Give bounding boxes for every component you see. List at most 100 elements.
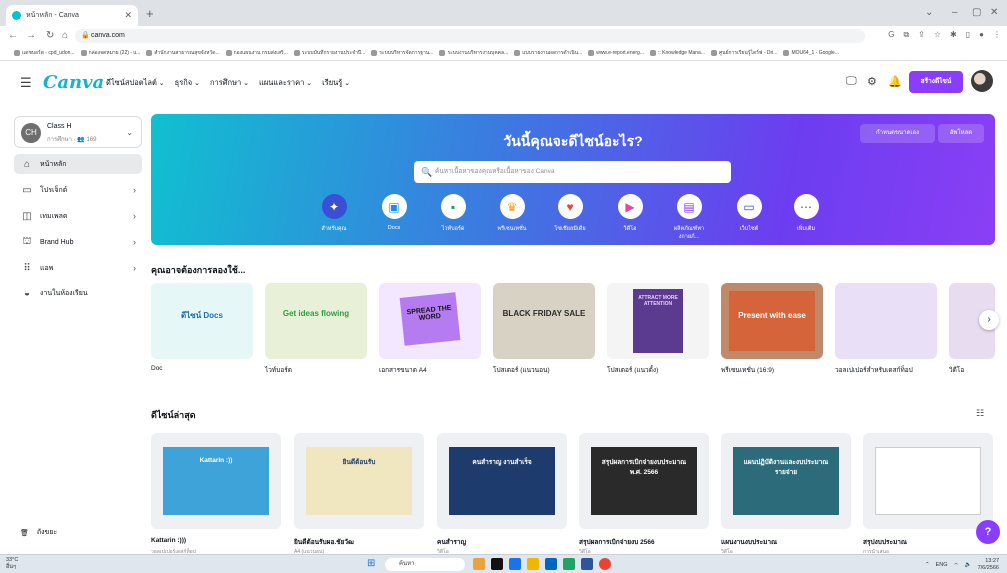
bookmark-item[interactable]: :: Knowledge Mana... xyxy=(650,50,705,56)
widgets-icon[interactable] xyxy=(473,558,485,570)
taskview-icon[interactable] xyxy=(491,558,503,570)
back-icon[interactable]: ← xyxy=(8,30,18,41)
recent-caption[interactable]: คนสำราญ xyxy=(437,537,466,547)
nav-plans[interactable]: แผนและราคา xyxy=(259,77,312,89)
sidebar-item-classwork[interactable]: ◒ งานในห้องเรียน xyxy=(14,283,142,303)
gear-icon[interactable]: ⚙ xyxy=(867,75,877,88)
new-tab-icon[interactable]: + xyxy=(146,6,154,21)
language-indicator[interactable]: ENG xyxy=(936,562,948,568)
word-icon[interactable] xyxy=(581,558,593,570)
bookmark-item[interactable]: กองแผนงาน กรมส่งเสริ... xyxy=(225,49,288,57)
template-card[interactable]: ATTRACT MORE ATTENTION xyxy=(607,283,709,359)
recent-caption[interactable]: Kattarin :))) xyxy=(151,537,186,544)
bookmark-item[interactable]: แบบรายงานผลการดำเนิน... xyxy=(514,49,582,57)
reload-icon[interactable]: ↻ xyxy=(46,30,54,41)
volume-icon[interactable]: 🔈 xyxy=(965,562,972,568)
recent-design-card[interactable]: สรุปผลการเบิกจ่ายงบประมาณ พ.ศ. 2566 xyxy=(579,433,709,529)
recent-design-card[interactable]: แผนปฏิบัติงานและงบประมาณรายจ่าย xyxy=(721,433,851,529)
close-tab-icon[interactable]: ✕ xyxy=(124,10,132,21)
template-card[interactable]: Present with ease xyxy=(721,283,823,359)
template-card[interactable]: ดีไซน์ Docs xyxy=(151,283,253,359)
recent-design-card[interactable]: ยินดีต้อนรับ xyxy=(294,433,424,529)
nav-design-spotlight[interactable]: ดีไซน์สปอตไลต์ xyxy=(106,77,165,89)
quick-website[interactable]: ▭ เว็บไซต์ xyxy=(724,194,774,233)
explorer-icon[interactable] xyxy=(527,558,539,570)
share-icon[interactable]: ⇪ xyxy=(918,30,925,40)
bookmark-item[interactable]: กล่องจดหมาย (22) - u... xyxy=(80,49,140,57)
bell-icon[interactable]: 🔔 xyxy=(888,75,902,88)
recent-caption[interactable]: สรุปงบประมาณ xyxy=(863,537,907,547)
quick-presentation[interactable]: ♛ พรีเซนเทชั่น xyxy=(487,194,537,233)
template-caption[interactable]: เอกสารขนาด A4 xyxy=(379,365,427,375)
bookmark-item[interactable]: แดชบอร์ด - cpd_udon... xyxy=(14,49,75,57)
team-switcher[interactable]: CH Class H การศึกษา · 👥 169 ⌄ xyxy=(14,116,142,148)
recent-caption[interactable]: ยินดีต้อนรับผอ.ชัยวัฒ xyxy=(294,537,354,547)
template-card[interactable]: Get ideas flowing xyxy=(265,283,367,359)
wifi-icon[interactable]: ⌔ xyxy=(954,562,959,569)
quick-social[interactable]: ♥ โซเชียลมีเดีย xyxy=(545,194,595,233)
hamburger-icon[interactable]: ☰ xyxy=(20,75,32,91)
help-button[interactable]: ? xyxy=(976,520,1000,544)
upload-button[interactable]: อัพโหลด xyxy=(938,124,984,143)
template-caption[interactable]: ไวท์บอร์ด xyxy=(265,365,292,375)
quick-whiteboard[interactable]: ▪ ไวท์บอร์ด xyxy=(428,194,478,233)
quick-docs[interactable]: ▣ Docs xyxy=(369,194,419,231)
custom-size-button[interactable]: กำหนดขนาดเอง xyxy=(860,124,935,143)
weather-widget[interactable]: 33°C อื่นๆ xyxy=(6,557,18,571)
sidebar-item-brand-hub[interactable]: ⛫ Brand Hub › xyxy=(14,232,142,252)
canva-logo[interactable]: Canva xyxy=(43,72,104,93)
bookmark-item[interactable]: ระบบบริหารจัดการฐาน... xyxy=(371,49,433,57)
clock[interactable]: 13:27 7/6/2566 xyxy=(978,558,999,572)
bookmark-item[interactable]: www.e-report.energ... xyxy=(588,50,644,56)
recent-design-card[interactable]: Kattarin :)) xyxy=(151,433,281,529)
recent-caption[interactable]: สรุปผลการเบิกจ่ายงบ 2566 xyxy=(579,537,655,547)
bookmark-item[interactable]: MOU64_1 - Google... xyxy=(783,50,839,56)
template-caption[interactable]: โปสเตอร์ (แนวตั้ง) xyxy=(607,365,658,375)
chrome-icon[interactable] xyxy=(599,558,611,570)
create-design-button[interactable]: สร้างดีไซน์ xyxy=(909,71,963,93)
line-icon[interactable] xyxy=(563,558,575,570)
quick-for-you[interactable]: ✦ สำหรับคุณ xyxy=(309,194,359,233)
sidebar-item-apps[interactable]: ⠿ แอพ › xyxy=(14,258,142,278)
bookmark-item[interactable]: สำนักงานสาธารณสุขจังหวัด... xyxy=(146,49,220,57)
template-caption[interactable]: วอลเปเปอร์สำหรับเดสก์ท็อป xyxy=(835,365,913,375)
extensions-icon[interactable]: ✱ xyxy=(950,30,957,40)
search-input[interactable]: 🔍 ค้นหาเนื้อหาของคุณหรือเนื้อหาของ Canva xyxy=(414,161,731,183)
edge-icon[interactable] xyxy=(509,558,521,570)
close-window-icon[interactable]: ✕ xyxy=(990,7,998,18)
template-card[interactable] xyxy=(835,283,937,359)
url-field[interactable]: 🔒 canva.com xyxy=(75,29,865,43)
monitor-icon[interactable]: 🖵 xyxy=(846,75,857,88)
quick-video[interactable]: ▶ วิดีโอ xyxy=(605,194,655,233)
forward-icon[interactable]: → xyxy=(26,30,36,41)
nav-business[interactable]: ธุรกิจ xyxy=(175,77,200,89)
bookmark-item[interactable]: ศูนย์การเรียนรู้ไดร์ฟ - Dri... xyxy=(711,49,777,57)
template-card[interactable]: BLACK FRIDAY SALE xyxy=(493,283,595,359)
recent-caption[interactable]: แผนงานงบประมาณ xyxy=(721,537,777,547)
nav-learn[interactable]: เรียนรู้ xyxy=(322,77,350,89)
google-icon[interactable]: G xyxy=(888,30,894,40)
store-icon[interactable] xyxy=(545,558,557,570)
list-view-icon[interactable]: ☷ xyxy=(976,408,984,419)
tray-arrow-icon[interactable]: ⌃ xyxy=(925,562,930,568)
browser-tab[interactable]: หน้าหลัก - Canva ✕ xyxy=(6,5,138,26)
recent-design-card[interactable] xyxy=(863,433,993,529)
template-caption[interactable]: พรีเซนเทชั่น (16:9) xyxy=(721,365,774,375)
minimize-icon[interactable]: – xyxy=(952,7,958,18)
sidebar-item-trash[interactable]: 🗑 ถังขยะ xyxy=(20,527,57,538)
quick-more[interactable]: ⋯ เพิ่มเติม xyxy=(781,194,831,233)
translate-icon[interactable]: ⧉ xyxy=(903,30,909,40)
chevron-right-icon[interactable]: › xyxy=(979,310,999,330)
bookmark-item[interactable]: ระบบบันทึกรายงานประจำปี... xyxy=(293,49,365,57)
recent-design-card[interactable]: คนสำราญ งานสำเร็จ xyxy=(437,433,567,529)
sidebar-item-home[interactable]: ⌂ หน้าหลัก xyxy=(14,154,142,174)
quick-print[interactable]: ▤ ผลิตภัณฑ์ทางกายภ์... xyxy=(664,194,714,241)
sidebar-item-projects[interactable]: ▭ โปรเจ็กต์ › xyxy=(14,180,142,200)
bookmark-item[interactable]: ระบบงานบริหารงานบุคคล... xyxy=(439,49,508,57)
sidepanel-icon[interactable]: ▯ xyxy=(966,30,970,40)
maximize-icon[interactable]: ▢ xyxy=(972,7,981,18)
template-caption[interactable]: โปสเตอร์ (แนวนอน) xyxy=(493,365,550,375)
nav-education[interactable]: การศึกษา xyxy=(210,77,249,89)
taskbar-search[interactable]: ค้นหา xyxy=(385,558,465,571)
home-browser-icon[interactable]: ⌂ xyxy=(62,30,68,41)
